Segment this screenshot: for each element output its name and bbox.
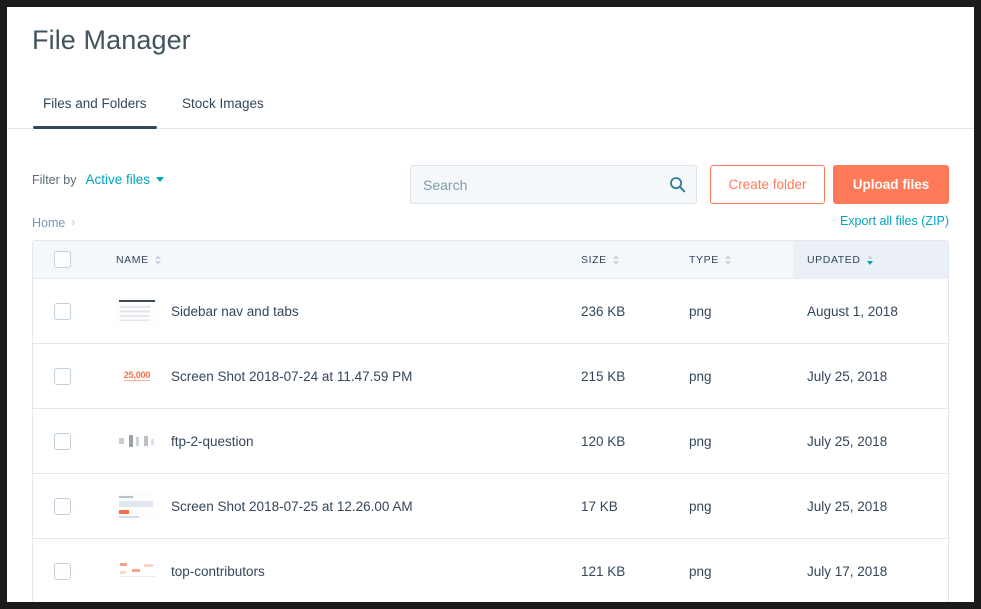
- file-thumbnail: [116, 298, 158, 325]
- file-thumbnail: [116, 428, 158, 455]
- row-type: png: [689, 304, 793, 319]
- row-checkbox[interactable]: [54, 368, 71, 385]
- tab-label: Stock Images: [182, 96, 264, 111]
- select-all-cell: [33, 251, 91, 268]
- filter-value-label: Active files: [85, 172, 150, 187]
- row-name-cell: 25,000 Screen Shot 2018-07-24 at 11.47.5…: [91, 363, 581, 390]
- row-name-cell: ftp-2-question: [91, 428, 581, 455]
- files-table: NAME SIZE TYPE UPDATED: [32, 240, 949, 602]
- row-name-cell: Screen Shot 2018-07-25 at 12.26.00 AM: [91, 493, 581, 520]
- row-type: png: [689, 499, 793, 514]
- file-thumbnail: [116, 558, 158, 585]
- upload-files-button[interactable]: Upload files: [833, 165, 949, 204]
- table-header-row: NAME SIZE TYPE UPDATED: [33, 241, 948, 279]
- breadcrumb-separator-icon: ›: [71, 217, 75, 229]
- column-header-size[interactable]: SIZE: [581, 254, 689, 266]
- row-updated: July 17, 2018: [793, 564, 948, 579]
- table-row[interactable]: Sidebar nav and tabs 236 KB png August 1…: [33, 279, 948, 344]
- row-updated: August 1, 2018: [793, 304, 948, 319]
- filter-label: Filter by: [32, 173, 76, 187]
- row-checkbox[interactable]: [54, 433, 71, 450]
- row-checkbox[interactable]: [54, 303, 71, 320]
- breadcrumb: Home ›: [32, 216, 75, 230]
- row-name-cell: top-contributors: [91, 558, 581, 585]
- file-thumbnail: [116, 493, 158, 520]
- row-size: 236 KB: [581, 304, 689, 319]
- column-header-name[interactable]: NAME: [91, 254, 581, 266]
- row-size: 121 KB: [581, 564, 689, 579]
- search-input[interactable]: [411, 177, 658, 193]
- row-updated: July 25, 2018: [793, 369, 948, 384]
- filter-dropdown[interactable]: Active files: [85, 172, 164, 187]
- row-size: 120 KB: [581, 434, 689, 449]
- tab-label: Files and Folders: [43, 96, 147, 111]
- row-size: 215 KB: [581, 369, 689, 384]
- page-title: File Manager: [32, 25, 191, 56]
- row-size: 17 KB: [581, 499, 689, 514]
- sort-toggle-name-icon[interactable]: [155, 255, 161, 265]
- row-select-cell: [33, 563, 91, 580]
- table-row[interactable]: 25,000 Screen Shot 2018-07-24 at 11.47.5…: [33, 344, 948, 409]
- row-select-cell: [33, 498, 91, 515]
- column-header-updated[interactable]: UPDATED: [793, 241, 948, 279]
- tab-files-and-folders[interactable]: Files and Folders: [33, 89, 157, 129]
- column-label: TYPE: [689, 254, 719, 266]
- row-type: png: [689, 434, 793, 449]
- column-label: UPDATED: [807, 254, 861, 266]
- column-label: SIZE: [581, 254, 607, 266]
- file-name-link[interactable]: top-contributors: [171, 564, 265, 579]
- export-all-files-link[interactable]: Export all files (ZIP): [840, 214, 949, 228]
- create-folder-button[interactable]: Create folder: [710, 165, 825, 204]
- file-manager-window: File Manager Files and Folders Stock Ima…: [7, 7, 974, 602]
- chevron-down-icon: [156, 177, 164, 182]
- search-icon[interactable]: [658, 176, 696, 193]
- row-checkbox[interactable]: [54, 563, 71, 580]
- tab-bar: Files and Folders Stock Images: [7, 89, 974, 129]
- row-name-cell: Sidebar nav and tabs: [91, 298, 581, 325]
- column-label: NAME: [116, 254, 149, 266]
- row-select-cell: [33, 303, 91, 320]
- row-updated: July 25, 2018: [793, 434, 948, 449]
- row-select-cell: [33, 433, 91, 450]
- table-row[interactable]: top-contributors 121 KB png July 17, 201…: [33, 539, 948, 602]
- breadcrumb-item-home[interactable]: Home: [32, 216, 65, 230]
- sort-toggle-size-icon[interactable]: [613, 255, 619, 265]
- create-folder-label: Create folder: [728, 177, 806, 192]
- file-thumbnail: 25,000: [116, 363, 158, 390]
- sort-toggle-type-icon[interactable]: [725, 255, 731, 265]
- row-type: png: [689, 369, 793, 384]
- file-name-link[interactable]: ftp-2-question: [171, 434, 254, 449]
- upload-files-label: Upload files: [853, 177, 930, 192]
- filter-control: Filter by Active files: [32, 172, 164, 187]
- table-row[interactable]: ftp-2-question 120 KB png July 25, 2018: [33, 409, 948, 474]
- row-type: png: [689, 564, 793, 579]
- column-header-type[interactable]: TYPE: [689, 254, 793, 266]
- file-name-link[interactable]: Screen Shot 2018-07-24 at 11.47.59 PM: [171, 369, 412, 384]
- tab-stock-images[interactable]: Stock Images: [172, 89, 274, 129]
- file-name-link[interactable]: Sidebar nav and tabs: [171, 304, 299, 319]
- row-select-cell: [33, 368, 91, 385]
- file-name-link[interactable]: Screen Shot 2018-07-25 at 12.26.00 AM: [171, 499, 413, 514]
- row-updated: July 25, 2018: [793, 499, 948, 514]
- sort-toggle-updated-icon[interactable]: [867, 255, 873, 265]
- table-row[interactable]: Screen Shot 2018-07-25 at 12.26.00 AM 17…: [33, 474, 948, 539]
- search-box[interactable]: [410, 165, 697, 204]
- row-checkbox[interactable]: [54, 498, 71, 515]
- select-all-checkbox[interactable]: [54, 251, 71, 268]
